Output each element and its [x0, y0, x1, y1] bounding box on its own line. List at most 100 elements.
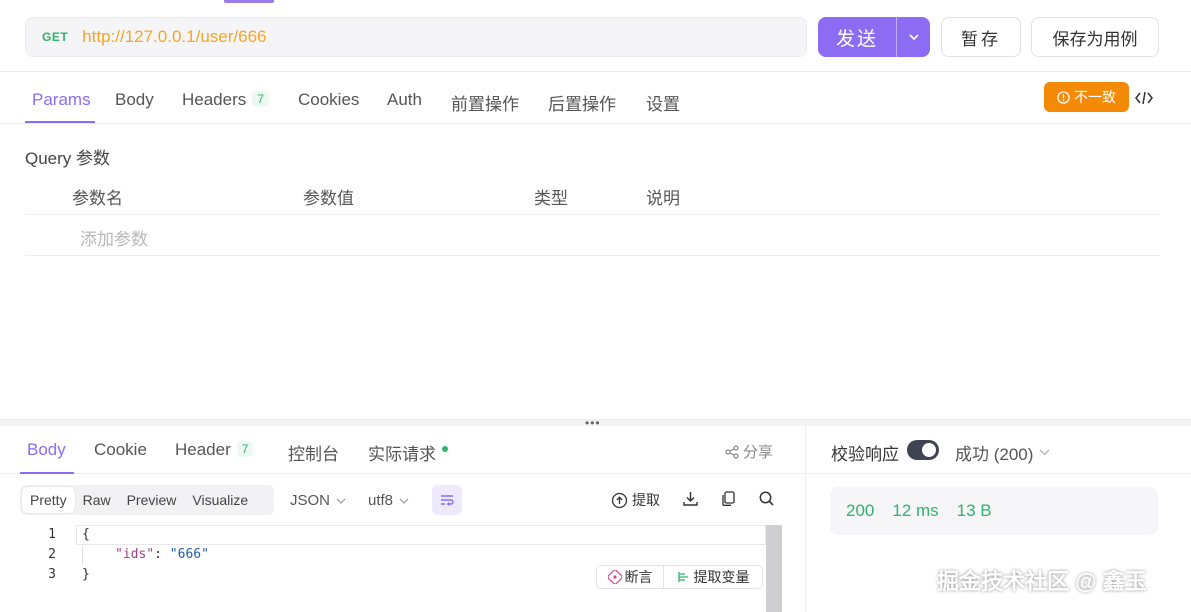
active-tab-indicator [224, 0, 274, 3]
tab-post-ops[interactable]: 后置操作 [548, 90, 616, 115]
request-tabs: Params Body Headers 7 Cookies Auth 前置操作 后… [0, 76, 1191, 124]
tab-auth[interactable]: Auth [387, 90, 422, 110]
tab-params[interactable]: Params [32, 90, 91, 110]
url-text[interactable]: http://127.0.0.1/user/666 [82, 27, 266, 47]
toggle-knob [922, 443, 936, 457]
word-wrap-button[interactable] [432, 485, 462, 515]
chevron-down-icon[interactable] [897, 33, 930, 41]
resp-tab-console[interactable]: 控制台 [288, 440, 339, 465]
current-line-highlight [76, 525, 766, 545]
add-param-row[interactable]: 添加参数 [25, 215, 1160, 256]
share-icon [725, 444, 739, 459]
status-code: 200 [846, 501, 875, 520]
view-visualize[interactable]: Visualize [184, 487, 256, 513]
validate-response-label: 校验响应 [831, 445, 899, 464]
chevron-down-icon [336, 498, 346, 504]
response-tabs: Body Cookie Header 7 控制台 实际请求 分享 [0, 426, 805, 474]
query-title: Query 参数 [25, 149, 111, 168]
resp-tab-header-label: Header [175, 440, 231, 459]
format-select[interactable]: JSON [290, 492, 346, 509]
assert-button[interactable]: 断言 [597, 566, 664, 588]
code-editor[interactable]: 1 2 3 { "ids": "666" } 断言 提取变量 [20, 525, 782, 612]
response-panel: Body Cookie Header 7 控制台 实际请求 分享 Pretty R… [0, 426, 805, 612]
send-label: 发送 [835, 28, 878, 50]
chevron-down-icon [399, 498, 409, 504]
api-client: GET http://127.0.0.1/user/666 发送 暂存 保存为用… [0, 0, 1191, 612]
tab-body[interactable]: Body [115, 90, 154, 110]
assert-icon [607, 570, 622, 584]
view-pretty[interactable]: Pretty [22, 487, 75, 513]
resp-tab-actual-request-label: 实际请求 [368, 445, 436, 464]
headers-count-badge: 7 [252, 91, 269, 107]
save-as-case-button[interactable]: 保存为用例 [1031, 17, 1159, 57]
url-input[interactable]: GET http://127.0.0.1/user/666 [25, 17, 807, 57]
tab-cookies[interactable]: Cookies [298, 90, 359, 110]
view-preview[interactable]: Preview [119, 487, 185, 513]
watermark: 掘金技术社区 @ 鑫玉 [937, 569, 1147, 594]
view-raw[interactable]: Raw [75, 487, 119, 513]
warning-icon [1057, 90, 1070, 104]
scrollbar[interactable] [766, 525, 782, 612]
variable-icon [677, 572, 688, 582]
response-status-value: 成功 (200) [955, 445, 1034, 464]
col-type: 类型 [534, 189, 568, 208]
code-icon[interactable] [1135, 90, 1153, 111]
view-mode-switch: Pretty Raw Preview Visualize [20, 485, 274, 515]
resp-tab-underline [20, 472, 74, 474]
mismatch-badge[interactable]: 不一致 [1044, 82, 1129, 112]
save-draft-button[interactable]: 暂存 [941, 17, 1021, 57]
line-number: 3 [48, 567, 56, 582]
assert-label: 断言 [624, 569, 653, 585]
encoding-select[interactable]: utf8 [368, 492, 409, 509]
extract-button[interactable]: 提取 [611, 490, 660, 510]
chevron-down-icon [1039, 449, 1050, 456]
method-selector[interactable]: GET [42, 30, 68, 44]
panel-splitter[interactable]: ••• [0, 417, 1191, 429]
extract-variable-label: 提取变量 [693, 569, 750, 585]
query-table-header: 参数名 参数值 类型 说明 [25, 174, 1160, 215]
code-close-brace: } [82, 567, 90, 582]
code-action-toolbar: 断言 提取变量 [596, 565, 763, 589]
resp-tab-actual-request[interactable]: 实际请求 [368, 440, 448, 465]
extract-variable-button[interactable]: 提取变量 [664, 567, 762, 587]
add-param-placeholder[interactable]: 添加参数 [80, 225, 148, 250]
tab-underline [25, 121, 95, 123]
validate-toggle[interactable] [907, 440, 939, 460]
response-size: 13 B [956, 501, 992, 520]
json-value: "666" [169, 547, 209, 562]
share-label: 分享 [743, 444, 774, 461]
line-number: 1 [48, 527, 56, 542]
code-line-ids: "ids": "666" [115, 547, 209, 562]
mismatch-label: 不一致 [1074, 89, 1116, 105]
send-button[interactable]: 发送 [818, 17, 930, 57]
indent-guide [82, 546, 83, 565]
resp-tab-cookie[interactable]: Cookie [94, 440, 147, 460]
line-number: 2 [48, 547, 56, 562]
json-key: "ids" [115, 547, 155, 562]
request-bar: GET http://127.0.0.1/user/666 发送 暂存 保存为用… [0, 0, 1191, 72]
status-dot [442, 446, 448, 452]
json-colon: : [154, 547, 170, 562]
share-button[interactable]: 分享 [725, 441, 773, 462]
tab-headers[interactable]: Headers 7 [182, 90, 269, 110]
copy-icon[interactable] [720, 490, 737, 507]
format-value: JSON [290, 492, 331, 509]
resp-tab-body[interactable]: Body [27, 440, 66, 460]
extract-icon [611, 492, 628, 508]
extract-label: 提取 [632, 492, 660, 508]
code-open-brace: { [82, 527, 90, 542]
validation-header: 校验响应 成功 (200) [806, 426, 1191, 474]
search-icon[interactable] [758, 490, 775, 507]
response-stats: 200 12 ms 13 B [830, 487, 1158, 535]
resp-tab-header[interactable]: Header 7 [175, 440, 254, 460]
col-description: 说明 [646, 189, 680, 208]
download-icon[interactable] [682, 490, 699, 507]
encoding-value: utf8 [368, 492, 394, 509]
response-time: 12 ms [892, 501, 939, 520]
response-status-select[interactable]: 成功 (200) [955, 440, 1050, 465]
col-param-name: 参数名 [72, 189, 123, 208]
resp-header-count-badge: 7 [236, 441, 254, 457]
tab-settings[interactable]: 设置 [646, 90, 680, 115]
tab-pre-ops[interactable]: 前置操作 [451, 90, 519, 115]
col-param-value: 参数值 [303, 189, 354, 208]
